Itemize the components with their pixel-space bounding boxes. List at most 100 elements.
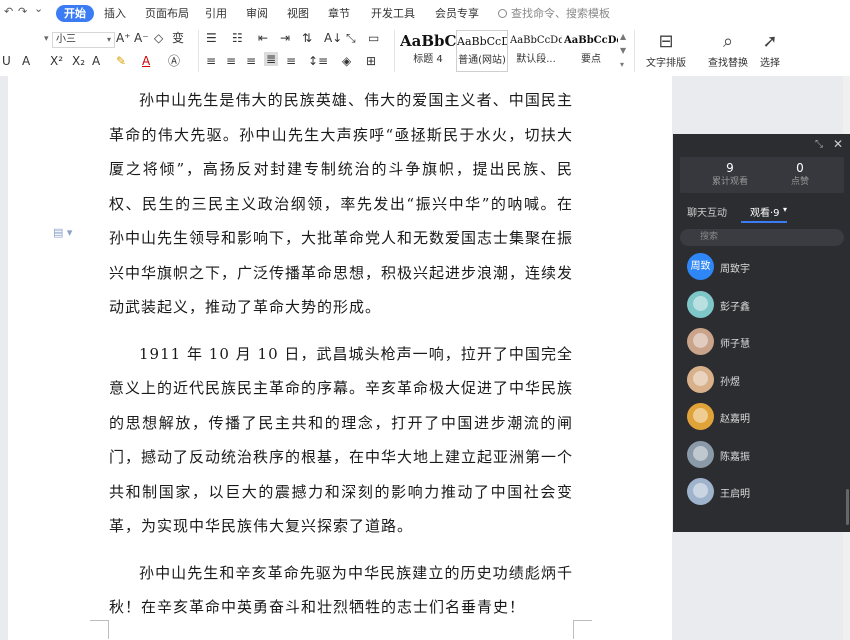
char-border-icon[interactable]: Ⓐ (168, 54, 180, 68)
stat-value: 0 (796, 161, 804, 175)
align-left-icon[interactable]: ≡ (206, 54, 216, 68)
tab-references[interactable]: 引用 (205, 5, 227, 22)
paragraph[interactable]: 1911 年 10 月 10 日，武昌城头枪声一响，拉开了中国完全意义上的近代民… (109, 337, 573, 544)
tab-view[interactable]: 视图 (287, 5, 309, 22)
document-body[interactable]: 孙中山先生是伟大的民族英雄、伟大的爱国主义者、中国民主革命的伟大先驱。孙中山先生… (109, 83, 573, 637)
paragraph[interactable]: 孙中山先生和辛亥革命先驱为中华民族建立的历史功绩彪炳千秋！在辛亥革命中英勇奋斗和… (109, 556, 573, 625)
viewer-name: 陈嘉振 (720, 451, 750, 463)
avatar (687, 290, 714, 318)
clear-format-icon[interactable]: ◇ (154, 31, 163, 45)
redo-icon[interactable]: ↷ (18, 5, 27, 18)
line-spacing-icon[interactable]: ↕≡ (308, 54, 328, 68)
font-color-icon[interactable]: A (142, 54, 150, 68)
strikethrough-icon[interactable]: A (22, 54, 30, 68)
select-label: 选择 (760, 58, 780, 69)
magnifier-icon: ⌕ (722, 31, 734, 52)
select-button[interactable]: ➚ 选择 (754, 30, 786, 69)
tab-developer[interactable]: 开发工具 (371, 5, 415, 22)
ruler-icon[interactable]: ▭ (368, 31, 379, 45)
avatar (687, 440, 714, 468)
stats-box: 9 累计观看 0 点赞 (680, 157, 844, 193)
avatar (687, 403, 714, 430)
style-default-paragraph[interactable]: AaBbCcDd 默认段... (510, 30, 562, 72)
command-search[interactable]: 查找命令、搜索模板 (498, 5, 610, 21)
shading-icon[interactable]: ◈ (342, 54, 351, 68)
shrink-font-icon[interactable]: A⁻ (134, 31, 149, 45)
avatar: 周致 (687, 253, 714, 280)
ribbon-toolbar: ▾ 小三 ▾ A⁺ A⁻ ◇ 变 U A X² X₂ A ✎ A Ⓐ ☰ ☷ ⇤ … (0, 26, 850, 77)
justify-icon[interactable]: ≣ (264, 52, 279, 66)
underline-icon[interactable]: U (2, 54, 11, 68)
align-right-icon[interactable]: ≡ (246, 54, 256, 68)
distributed-align-icon[interactable]: ≡ (286, 54, 296, 68)
show-marks-icon[interactable]: ⤡ (346, 31, 356, 45)
tab-chat[interactable]: 聊天互动 (687, 204, 727, 219)
avatar (687, 365, 714, 393)
chevron-down-icon: ▾ (106, 35, 111, 44)
avatar-photo (693, 408, 708, 423)
style-label: 标题 4 (413, 54, 443, 65)
highlight-icon[interactable]: ✎ (116, 54, 126, 68)
stat-label: 点赞 (790, 177, 809, 187)
avatar-photo (693, 295, 708, 311)
superscript-icon[interactable]: X² (50, 54, 63, 68)
avatar (687, 478, 714, 505)
find-replace-button[interactable]: ⌕ 查找替换 (700, 30, 756, 69)
stat-value: 9 (726, 161, 734, 175)
style-sample: AaBbCcDd (564, 35, 618, 46)
grow-font-icon[interactable]: A⁺ (116, 31, 131, 45)
viewers-dropdown-icon[interactable]: ▾ (783, 205, 787, 214)
stat-likes: 0 点赞 (770, 160, 830, 188)
page-corner-mark (573, 620, 592, 639)
sort-icon[interactable]: A↓ (324, 31, 342, 45)
tab-review[interactable]: 审阅 (246, 5, 268, 22)
style-sample: AaBbCcDd (457, 35, 507, 48)
stat-label: 累计观看 (711, 177, 748, 187)
text-layout-button[interactable]: ⊟ 文字排版 (640, 30, 692, 69)
undo-icon[interactable]: ↶ (4, 5, 13, 18)
viewer-name: 孙煜 (720, 376, 740, 388)
close-icon[interactable]: ✕ (833, 137, 843, 151)
numbered-list-icon[interactable]: ☷ (232, 31, 243, 45)
style-key-point[interactable]: AaBbCcDd 要点 (564, 30, 618, 72)
panel-scrollbar[interactable] (846, 489, 849, 525)
pin-icon[interactable]: ⤡ (815, 139, 823, 150)
tab-viewers[interactable]: 观看·9 (750, 204, 780, 219)
styles-scroll-down-icon[interactable]: ▼ (620, 44, 626, 58)
avatar-photo (693, 483, 708, 498)
styles-more-icon[interactable]: ▾ (620, 58, 624, 72)
viewer-search-input[interactable]: 搜索 (680, 229, 844, 246)
text-layout-icon: ⊟ (658, 31, 674, 52)
tab-chapter[interactable]: 章节 (328, 5, 350, 22)
text-direction-icon[interactable]: ⇅ (302, 31, 312, 45)
tab-home[interactable]: 开始 (56, 5, 94, 22)
viewer-name: 彭子鑫 (720, 301, 750, 313)
viewer-search-placeholder: 搜索 (700, 232, 719, 242)
decrease-indent-icon[interactable]: ⇤ (258, 31, 268, 45)
styles-scroll-up-icon[interactable]: ▲ (620, 30, 626, 44)
viewer-name: 赵嘉明 (720, 414, 750, 425)
borders-icon[interactable]: ⊞ (366, 54, 376, 68)
tab-page-layout[interactable]: 页面布局 (145, 5, 189, 22)
bullet-list-icon[interactable]: ☰ (206, 31, 217, 45)
align-center-icon[interactable]: ≡ (226, 54, 236, 68)
text-effect-icon[interactable]: A (92, 54, 100, 68)
style-normal-web[interactable]: AaBbCcDd 普通(网站) (456, 30, 508, 72)
font-name-dropdown-icon[interactable]: ▾ (44, 32, 49, 46)
increase-indent-icon[interactable]: ⇥ (280, 31, 290, 45)
paragraph[interactable]: 孙中山先生是伟大的民族英雄、伟大的爱国主义者、中国民主革命的伟大先驱。孙中山先生… (109, 83, 573, 325)
phonetic-guide-icon[interactable]: 变 (172, 31, 184, 45)
tab-member[interactable]: 会员专享 (435, 5, 479, 22)
font-size-select[interactable]: 小三 ▾ (52, 32, 115, 48)
quick-access-more-icon[interactable]: ⌄ (34, 2, 43, 15)
search-icon (498, 9, 507, 18)
style-heading4[interactable]: AaBbC 标题 4 (400, 30, 456, 72)
cursor-arrow-icon: ➚ (762, 31, 778, 52)
viewer-name: 周致宇 (720, 264, 750, 275)
paragraph-handle-icon[interactable]: ▤ ▾ (53, 226, 72, 239)
tab-insert[interactable]: 插入 (104, 5, 126, 22)
avatar-photo (693, 445, 708, 461)
divider (634, 30, 635, 72)
subscript-icon[interactable]: X₂ (72, 54, 85, 68)
style-label: 普通(网站) (458, 55, 506, 66)
